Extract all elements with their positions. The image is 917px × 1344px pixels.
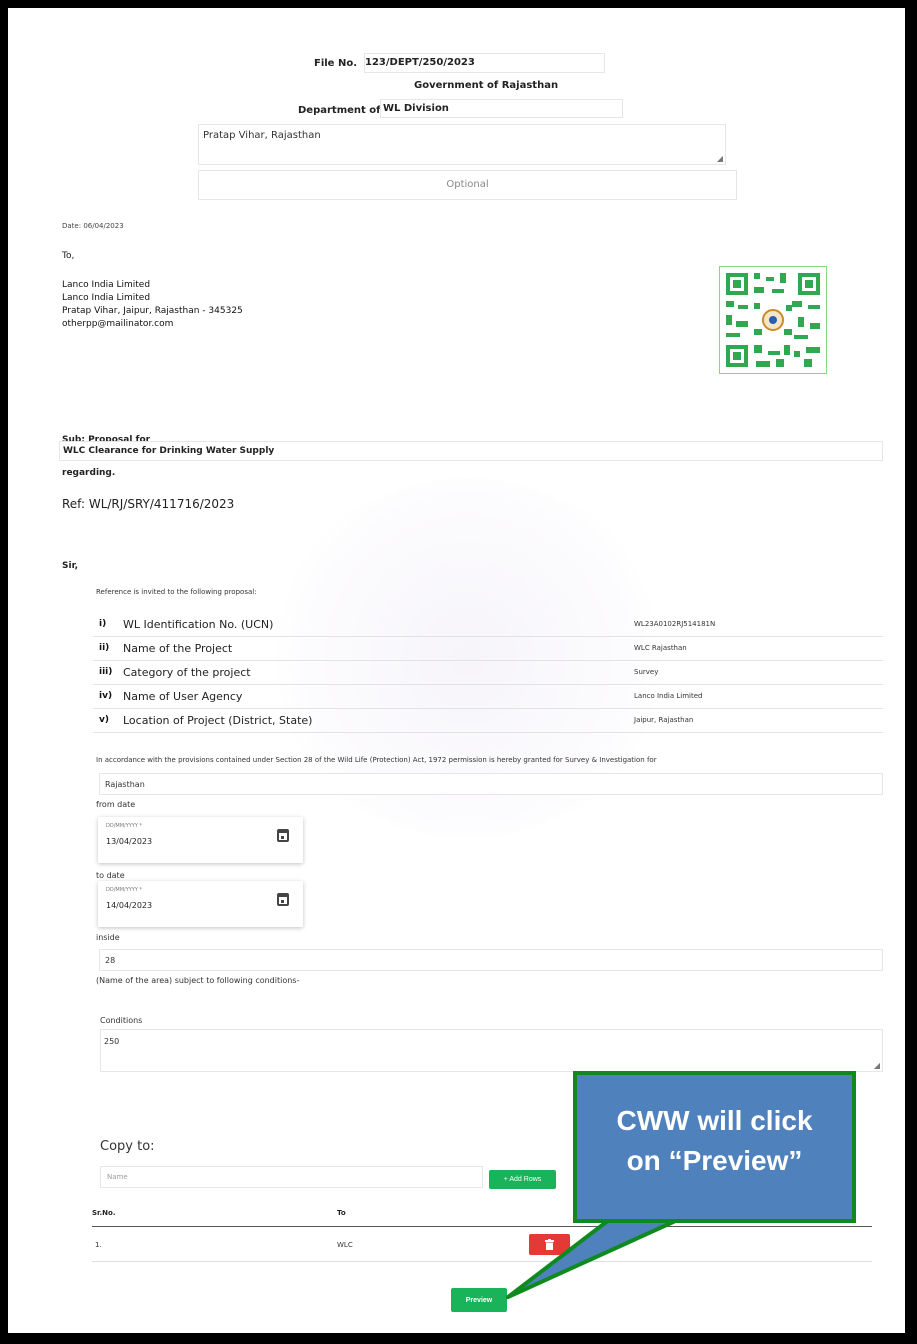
conditions-label: Conditions — [100, 1016, 143, 1025]
recipient-line: Lanco India Limited — [62, 293, 151, 303]
add-rows-button[interactable]: + Add Rows — [489, 1170, 556, 1189]
srno-header: Sr.No. — [92, 1209, 116, 1217]
document-frame: File No. 123/DEPT/250/2023 Government of… — [8, 8, 905, 1333]
row-srno: 1. — [95, 1241, 102, 1249]
address-textarea[interactable]: Pratap Vihar, Rajasthan ◢ — [198, 124, 726, 165]
resize-handle-icon[interactable]: ◢ — [717, 154, 723, 163]
letter-date: Date: 06/04/2023 — [62, 222, 124, 230]
recipient-line: otherpp@mailinator.com — [62, 319, 174, 329]
instruction-callout: CWW will click on “Preview” — [573, 1071, 856, 1223]
regarding-text: regarding. — [62, 468, 116, 478]
row-key: Location of Project (District, State) — [123, 714, 313, 727]
file-no-value: 123/DEPT/250/2023 — [365, 57, 475, 68]
callout-line: CWW will click — [616, 1105, 813, 1136]
qr-code — [719, 266, 827, 374]
recipient-line: Lanco India Limited — [62, 280, 151, 290]
from-date-hint: DD/MM/YYYY * — [106, 823, 143, 829]
row-value: WLC Rajasthan — [634, 644, 687, 652]
row-value: Survey — [634, 668, 659, 676]
proposal-row: v) Location of Project (District, State)… — [93, 711, 883, 733]
salutation: Sir, — [62, 561, 79, 571]
row-number: ii) — [99, 643, 110, 653]
to-date-label: to date — [96, 871, 125, 880]
area-note: (Name of the area) subject to following … — [96, 976, 300, 985]
proposal-row: iii) Category of the project Survey — [93, 663, 883, 685]
file-no-field[interactable]: 123/DEPT/250/2023 — [364, 53, 605, 73]
row-key: Name of the Project — [123, 642, 233, 655]
purpose-field[interactable]: Rajasthan — [99, 773, 883, 795]
proposal-row: ii) Name of the Project WLC Rajasthan — [93, 639, 883, 661]
file-no-label: File No. — [314, 58, 357, 69]
calendar-icon[interactable] — [277, 829, 289, 842]
from-date-picker[interactable]: DD/MM/YYYY * 13/04/2023 — [98, 817, 303, 863]
reference-text: Ref: WL/RJ/SRY/411716/2023 — [62, 497, 235, 511]
row-key: WL Identification No. (UCN) — [123, 618, 274, 631]
row-value: Jaipur, Rajasthan — [634, 716, 694, 724]
row-number: iv) — [99, 691, 113, 701]
optional-field[interactable]: Optional — [198, 170, 737, 200]
row-number: i) — [99, 619, 107, 629]
resize-handle-icon[interactable]: ◢ — [874, 1061, 880, 1070]
row-value: WL23A0102RJ514181N — [634, 620, 716, 628]
conditions-value: 250 — [104, 1037, 120, 1046]
conditions-textarea[interactable]: 250 ◢ — [100, 1029, 883, 1072]
row-number: iii) — [99, 667, 113, 677]
to-date-picker[interactable]: DD/MM/YYYY * 14/04/2023 — [98, 881, 303, 927]
row-to: WLC — [337, 1241, 353, 1249]
row-key: Name of User Agency — [123, 690, 243, 703]
optional-placeholder: Optional — [446, 179, 489, 190]
to-date-hint: DD/MM/YYYY * — [106, 887, 143, 893]
callout-line: on “Preview” — [626, 1145, 803, 1176]
inside-value: 28 — [105, 956, 116, 965]
calendar-icon[interactable] — [277, 893, 289, 906]
to-date-value: 14/04/2023 — [106, 901, 153, 910]
from-date-label: from date — [96, 800, 136, 809]
intro-text: Reference is invited to the following pr… — [96, 588, 257, 596]
row-number: v) — [99, 715, 109, 725]
to-label: To, — [62, 251, 75, 261]
copy-to-title: Copy to: — [100, 1139, 155, 1154]
government-title: Government of Rajasthan — [414, 80, 559, 91]
department-field[interactable]: WL Division — [380, 99, 623, 118]
department-label: Department of — [298, 105, 381, 116]
row-key: Category of the project — [123, 666, 251, 679]
provision-text: In accordance with the provisions contai… — [96, 756, 657, 764]
inside-label: inside — [96, 933, 120, 942]
name-placeholder: Name — [107, 1173, 128, 1181]
proposal-row: i) WL Identification No. (UCN) WL23A0102… — [93, 615, 883, 637]
department-value: WL Division — [383, 103, 449, 114]
row-value: Lanco India Limited — [634, 692, 703, 700]
from-date-value: 13/04/2023 — [106, 837, 153, 846]
recipient-line: Pratap Vihar, Jaipur, Rajasthan - 345325 — [62, 306, 243, 316]
purpose-value: Rajasthan — [105, 780, 145, 789]
address-value: Pratap Vihar, Rajasthan — [203, 130, 321, 141]
subject-value: WLC Clearance for Drinking Water Supply — [63, 446, 275, 456]
inside-field[interactable]: 28 — [99, 949, 883, 971]
recipient-block: Lanco India Limited Lanco India Limited … — [62, 279, 243, 331]
copy-to-name-input[interactable]: Name — [100, 1166, 483, 1188]
to-header: To — [337, 1209, 346, 1217]
proposal-row: iv) Name of User Agency Lanco India Limi… — [93, 687, 883, 709]
subject-field[interactable]: WLC Clearance for Drinking Water Supply — [59, 441, 883, 461]
